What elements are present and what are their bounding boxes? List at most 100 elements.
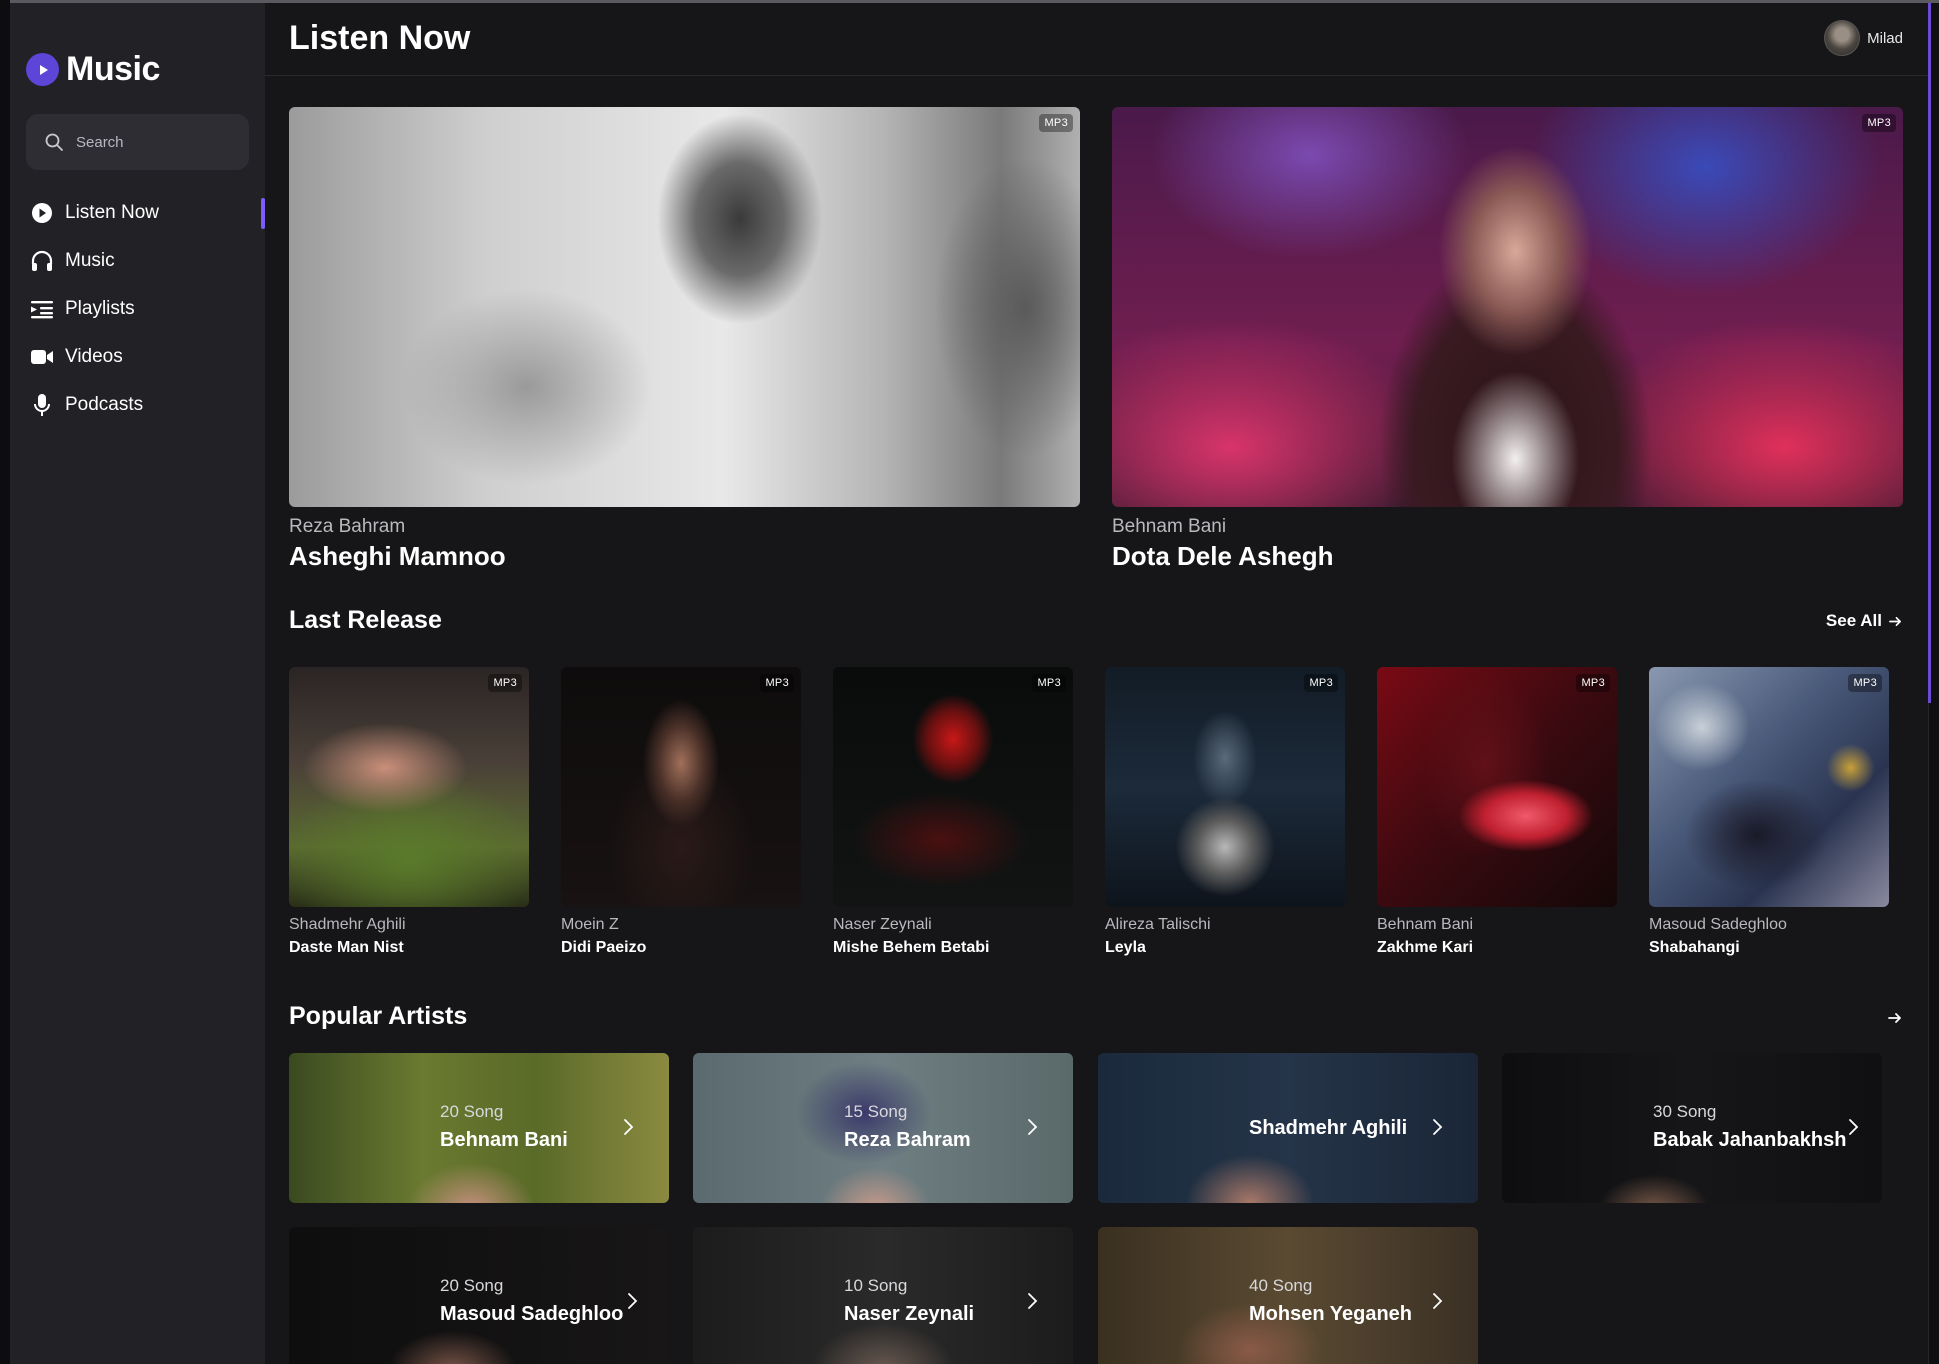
sidebar-item-label: Playlists	[65, 298, 135, 319]
sidebar-item-listen-now[interactable]: Listen Now	[10, 189, 265, 237]
artist-song-count: 40 Song	[1249, 1276, 1313, 1295]
release-card[interactable]: MP3 Masoud Sadeghloo Shabahangi	[1649, 667, 1889, 957]
artist-tile[interactable]: 30 Song Babak Jahanbakhsh	[1502, 1053, 1882, 1203]
chevron-right-icon	[1433, 1119, 1443, 1135]
format-badge: MP3	[1039, 114, 1073, 132]
format-badge: MP3	[1032, 674, 1066, 692]
see-all-label: See All	[1825, 611, 1882, 630]
artist-tile[interactable]: 20 Song Masoud Sadeghloo	[289, 1227, 669, 1364]
artist-tile[interactable]: 15 Song Reza Bahram	[693, 1053, 1073, 1203]
playlist-icon	[30, 297, 54, 321]
release-cover-image[interactable]: MP3	[1105, 667, 1345, 907]
artist-song-count: 10 Song	[844, 1276, 908, 1295]
app-name: Music	[66, 50, 160, 88]
release-artist: Shadmehr Aghili	[289, 916, 406, 933]
artist-name: Shadmehr Aghili	[1249, 1117, 1408, 1139]
release-song-title[interactable]: Didi Paeizo	[561, 939, 801, 957]
featured-song-title[interactable]: Dota Dele Ashegh	[1112, 541, 1903, 572]
release-artist: Alireza Talischi	[1105, 916, 1211, 933]
release-song-title[interactable]: Leyla	[1105, 939, 1345, 957]
release-cover-image[interactable]: MP3	[833, 667, 1073, 907]
section-title-last-release: Last Release	[289, 606, 442, 634]
format-badge: MP3	[1576, 674, 1610, 692]
headphones-icon	[30, 249, 54, 273]
sidebar-item-label: Music	[65, 250, 115, 271]
release-artist: Masoud Sadeghloo	[1649, 916, 1787, 933]
featured-song-title[interactable]: Asheghi Mamnoo	[289, 541, 1080, 572]
artist-name: Reza Bahram	[844, 1129, 971, 1151]
app-logo[interactable]: Music	[26, 50, 160, 89]
release-card[interactable]: MP3 Alireza Talischi Leyla	[1105, 667, 1345, 957]
featured-artist: Reza Bahram	[289, 516, 406, 537]
play-logo-icon	[26, 53, 59, 86]
section-title-popular-artists: Popular Artists	[289, 1002, 468, 1030]
sidebar-nav: Listen Now Music Playlists Videos Podcas…	[10, 189, 265, 429]
artist-song-count: 30 Song	[1653, 1102, 1717, 1121]
artist-name: Behnam Bani	[440, 1129, 568, 1151]
release-song-title[interactable]: Zakhme Kari	[1377, 939, 1617, 957]
artist-tile[interactable]: 40 Song Mohsen Yeganeh	[1098, 1227, 1478, 1364]
format-badge: MP3	[1304, 674, 1338, 692]
featured-card[interactable]: MP3 Reza Bahram Asheghi Mamnoo	[289, 107, 1080, 572]
sidebar: Music Listen Now Music Playlists	[10, 3, 265, 1364]
artist-song-count: 20 Song	[440, 1102, 504, 1121]
search-box[interactable]	[26, 114, 249, 170]
chevron-right-icon	[624, 1119, 634, 1135]
window-left-edge	[0, 0, 10, 1364]
artist-tile[interactable]: Shadmehr Aghili	[1098, 1053, 1478, 1203]
search-icon	[45, 133, 63, 151]
video-camera-icon	[30, 345, 54, 369]
microphone-icon	[30, 393, 54, 417]
featured-cover-image[interactable]: MP3	[1112, 107, 1903, 507]
format-badge: MP3	[1862, 114, 1896, 132]
artist-song-count: 15 Song	[844, 1102, 908, 1121]
release-card[interactable]: MP3 Shadmehr Aghili Daste Man Nist	[289, 667, 529, 957]
release-cover-image[interactable]: MP3	[561, 667, 801, 907]
chevron-right-icon	[1849, 1119, 1859, 1135]
search-input[interactable]	[76, 133, 236, 151]
sidebar-item-playlists[interactable]: Playlists	[10, 285, 265, 333]
release-artist: Behnam Bani	[1377, 916, 1474, 933]
scrollbar-thumb[interactable]	[1928, 3, 1931, 703]
release-card[interactable]: MP3 Naser Zeynali Mishe Behem Betabi	[833, 667, 1073, 957]
sidebar-item-label: Videos	[65, 346, 123, 367]
page-title: Listen Now	[289, 19, 471, 57]
see-all-link[interactable]: See All	[1826, 611, 1902, 631]
play-circle-icon	[30, 201, 54, 225]
sidebar-item-music[interactable]: Music	[10, 237, 265, 285]
artist-name: Masoud Sadeghloo	[440, 1303, 624, 1325]
featured-artist: Behnam Bani	[1112, 516, 1227, 537]
user-name: Milad	[1867, 29, 1903, 47]
release-cover-image[interactable]: MP3	[1649, 667, 1889, 907]
chevron-right-icon	[628, 1293, 638, 1309]
sidebar-item-videos[interactable]: Videos	[10, 333, 265, 381]
page-header: Listen Now Milad	[265, 3, 1928, 76]
arrow-right-icon	[1889, 616, 1901, 626]
featured-cover-image[interactable]: MP3	[289, 107, 1080, 507]
release-artist: Naser Zeynali	[833, 916, 932, 933]
release-cover-image[interactable]: MP3	[1377, 667, 1617, 907]
sidebar-item-label: Listen Now	[65, 202, 159, 223]
release-cover-image[interactable]: MP3	[289, 667, 529, 907]
user-menu[interactable]: Milad	[1824, 20, 1903, 56]
sidebar-item-label: Podcasts	[65, 394, 144, 415]
release-song-title[interactable]: Mishe Behem Betabi	[833, 939, 1073, 957]
chevron-right-icon	[1433, 1293, 1443, 1309]
artist-song-count: 20 Song	[440, 1276, 504, 1295]
artist-name: Naser Zeynali	[844, 1303, 975, 1325]
release-card[interactable]: MP3 Moein Z Didi Paeizo	[561, 667, 801, 957]
sidebar-item-podcasts[interactable]: Podcasts	[10, 381, 265, 429]
avatar[interactable]	[1824, 20, 1861, 56]
featured-card[interactable]: MP3 Behnam Bani Dota Dele Ashegh	[1112, 107, 1903, 572]
release-card[interactable]: MP3 Behnam Bani Zakhme Kari	[1377, 667, 1617, 957]
artist-tile[interactable]: 20 Song Behnam Bani	[289, 1053, 669, 1203]
format-badge: MP3	[1848, 674, 1882, 692]
release-song-title[interactable]: Shabahangi	[1649, 939, 1889, 957]
artist-tile[interactable]: 10 Song Naser Zeynali	[693, 1227, 1073, 1364]
chevron-right-icon	[1028, 1119, 1038, 1135]
release-song-title[interactable]: Daste Man Nist	[289, 939, 529, 957]
chevron-right-icon	[1028, 1293, 1038, 1309]
release-artist: Moein Z	[561, 916, 619, 933]
arrow-right-icon[interactable]	[1888, 1011, 1902, 1025]
format-badge: MP3	[760, 674, 794, 692]
